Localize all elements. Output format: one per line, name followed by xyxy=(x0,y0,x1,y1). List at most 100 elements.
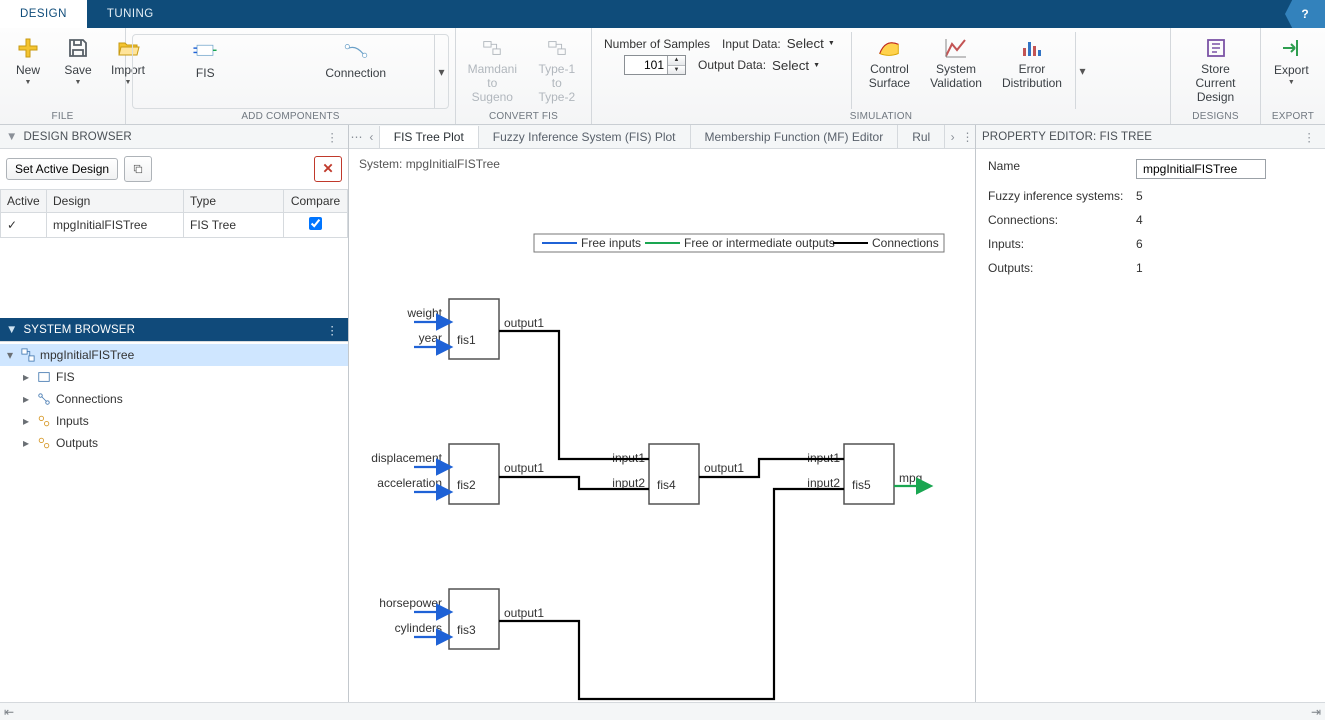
svg-text:Free inputs: Free inputs xyxy=(581,236,641,250)
col-design[interactable]: Design xyxy=(47,190,184,213)
prop-value: 4 xyxy=(1136,213,1313,227)
col-active[interactable]: Active xyxy=(1,190,47,213)
tab-design[interactable]: DESIGN xyxy=(0,0,87,28)
input-data-select[interactable]: Select▼ xyxy=(787,36,835,51)
group-label-simulation: SIMULATION xyxy=(598,109,1164,122)
compare-checkbox[interactable] xyxy=(309,217,322,230)
delete-icon: ✕ xyxy=(322,161,333,177)
save-label: Save xyxy=(64,63,91,77)
store-design-label: Store Current Design xyxy=(1184,63,1247,104)
plot-legend: Free inputs Free or intermediate outputs… xyxy=(534,234,944,252)
system-validation-button[interactable]: System Validation xyxy=(923,32,989,109)
prop-name-input[interactable] xyxy=(1136,159,1266,179)
simulation-more[interactable]: ▾ xyxy=(1075,32,1089,109)
input-data-label: Input Data: xyxy=(722,37,781,51)
duplicate-design-button[interactable] xyxy=(124,156,152,182)
tab-mf-editor[interactable]: Membership Function (MF) Editor xyxy=(691,125,899,148)
svg-text:mpg: mpg xyxy=(899,471,922,485)
add-fis-button[interactable]: FIS xyxy=(133,35,278,81)
help-button[interactable]: ? xyxy=(1285,0,1325,28)
control-surface-button[interactable]: Control Surface xyxy=(862,32,917,109)
delete-design-button[interactable]: ✕ xyxy=(314,156,342,182)
fis-tree-canvas[interactable]: Free inputs Free or intermediate outputs… xyxy=(349,179,975,702)
group-label-file: FILE xyxy=(6,109,119,122)
tabs-prev[interactable]: ‹ xyxy=(364,125,379,148)
tree-item-outputs[interactable]: ▸ Outputs xyxy=(0,432,348,454)
scroll-first-icon[interactable]: ⇤ xyxy=(0,705,18,719)
svg-text:acceleration: acceleration xyxy=(377,476,442,490)
tree-expand-icon[interactable]: ▸ xyxy=(20,392,32,406)
svg-text:fis3: fis3 xyxy=(457,623,476,637)
chevron-down-icon: ▼ xyxy=(813,62,820,69)
inputs-icon xyxy=(36,413,52,429)
node-fis1[interactable]: fis1 weight year output1 xyxy=(406,299,544,359)
set-active-design-button[interactable]: Set Active Design xyxy=(6,158,118,180)
save-button[interactable]: Save ▼ xyxy=(56,32,100,87)
add-connection-button[interactable]: Connection xyxy=(284,35,429,81)
spinner-down-icon[interactable]: ▼ xyxy=(668,66,685,75)
col-compare[interactable]: Compare xyxy=(284,190,348,213)
col-type[interactable]: Type xyxy=(184,190,284,213)
tabs-next[interactable]: › xyxy=(945,125,960,148)
tree-root[interactable]: ▾ mpgInitialFISTree xyxy=(0,344,348,366)
export-button[interactable]: Export ▼ xyxy=(1267,32,1316,87)
svg-text:Free or intermediate outputs: Free or intermediate outputs xyxy=(684,236,835,250)
tree-item-inputs[interactable]: ▸ Inputs xyxy=(0,410,348,432)
error-distribution-label: Error Distribution xyxy=(1002,63,1062,91)
system-browser-menu[interactable]: ⋮ xyxy=(322,323,342,337)
tree-item-connections[interactable]: ▸ Connections xyxy=(0,388,348,410)
save-icon xyxy=(65,35,91,61)
spinner-up-icon[interactable]: ▲ xyxy=(668,56,685,66)
svg-text:cylinders: cylinders xyxy=(395,621,442,635)
design-browser-header: ▼ DESIGN BROWSER ⋮ xyxy=(0,125,348,149)
prop-label: Outputs: xyxy=(988,261,1128,275)
collapse-icon[interactable]: ▼ xyxy=(6,131,18,143)
node-fis2[interactable]: fis2 displacement acceleration output1 xyxy=(371,444,544,504)
property-editor-menu[interactable]: ⋮ xyxy=(1299,130,1319,144)
svg-text:output1: output1 xyxy=(704,461,744,475)
svg-text:weight: weight xyxy=(406,306,442,320)
svg-text:output1: output1 xyxy=(504,316,544,330)
tree-expand-icon[interactable]: ▾ xyxy=(4,348,16,362)
prop-name-label: Name xyxy=(988,159,1128,179)
tabs-menu[interactable]: ⋮ xyxy=(960,125,975,148)
tree-root-label: mpgInitialFISTree xyxy=(40,348,134,362)
mam2sug-label: Mamdani to Sugeno xyxy=(468,63,517,104)
tab-fis-plot[interactable]: Fuzzy Inference System (FIS) Plot xyxy=(479,125,691,148)
control-surface-label: Control Surface xyxy=(869,63,910,91)
num-samples-spinner[interactable]: ▲ ▼ xyxy=(624,55,686,75)
num-samples-input[interactable] xyxy=(625,56,667,74)
tab-tuning[interactable]: TUNING xyxy=(87,0,174,28)
design-browser-menu[interactable]: ⋮ xyxy=(322,130,342,144)
store-current-design-button[interactable]: Store Current Design xyxy=(1177,32,1254,105)
table-row[interactable]: ✓ mpgInitialFISTree FIS Tree xyxy=(1,213,348,238)
tab-rules[interactable]: Rul xyxy=(898,125,945,148)
tree-expand-icon[interactable]: ▸ xyxy=(20,414,32,428)
document-tabs: ⋯ ‹ FIS Tree Plot Fuzzy Inference System… xyxy=(349,125,975,149)
node-fis5[interactable]: fis5 input1 input2 mpg xyxy=(807,444,929,504)
property-editor-header: PROPERTY EDITOR: FIS TREE ⋮ xyxy=(976,125,1325,149)
store-icon xyxy=(1203,35,1229,61)
node-fis3[interactable]: fis3 horsepower cylinders output1 xyxy=(379,589,544,649)
system-browser-title: SYSTEM BROWSER xyxy=(24,324,136,336)
tab-fis-tree-plot[interactable]: FIS Tree Plot xyxy=(379,126,479,149)
fistree-icon xyxy=(20,347,36,363)
tree-item-fis[interactable]: ▸ FIS xyxy=(0,366,348,388)
system-label: System: mpgInitialFISTree xyxy=(349,149,975,179)
system-browser-header: ▼ SYSTEM BROWSER ⋮ xyxy=(0,318,348,342)
svg-text:year: year xyxy=(419,331,442,345)
add-components-more[interactable]: ▾ xyxy=(434,35,448,108)
scroll-last-icon[interactable]: ⇥ xyxy=(1307,705,1325,719)
collapse-icon[interactable]: ▼ xyxy=(6,324,18,336)
prop-value: 6 xyxy=(1136,237,1313,251)
tree-expand-icon[interactable]: ▸ xyxy=(20,370,32,384)
tree-expand-icon[interactable]: ▸ xyxy=(20,436,32,450)
svg-text:displacement: displacement xyxy=(371,451,442,465)
node-fis4[interactable]: fis4 input1 input2 output1 xyxy=(612,444,744,504)
chevron-down-icon: ▼ xyxy=(75,79,82,86)
error-distribution-button[interactable]: Error Distribution xyxy=(995,32,1069,109)
tabs-scroll-left[interactable]: ⋯ xyxy=(349,125,364,148)
group-label-designs: DESIGNS xyxy=(1177,109,1254,122)
new-button[interactable]: New ▼ xyxy=(6,32,50,87)
output-data-select[interactable]: Select▼ xyxy=(772,58,820,73)
